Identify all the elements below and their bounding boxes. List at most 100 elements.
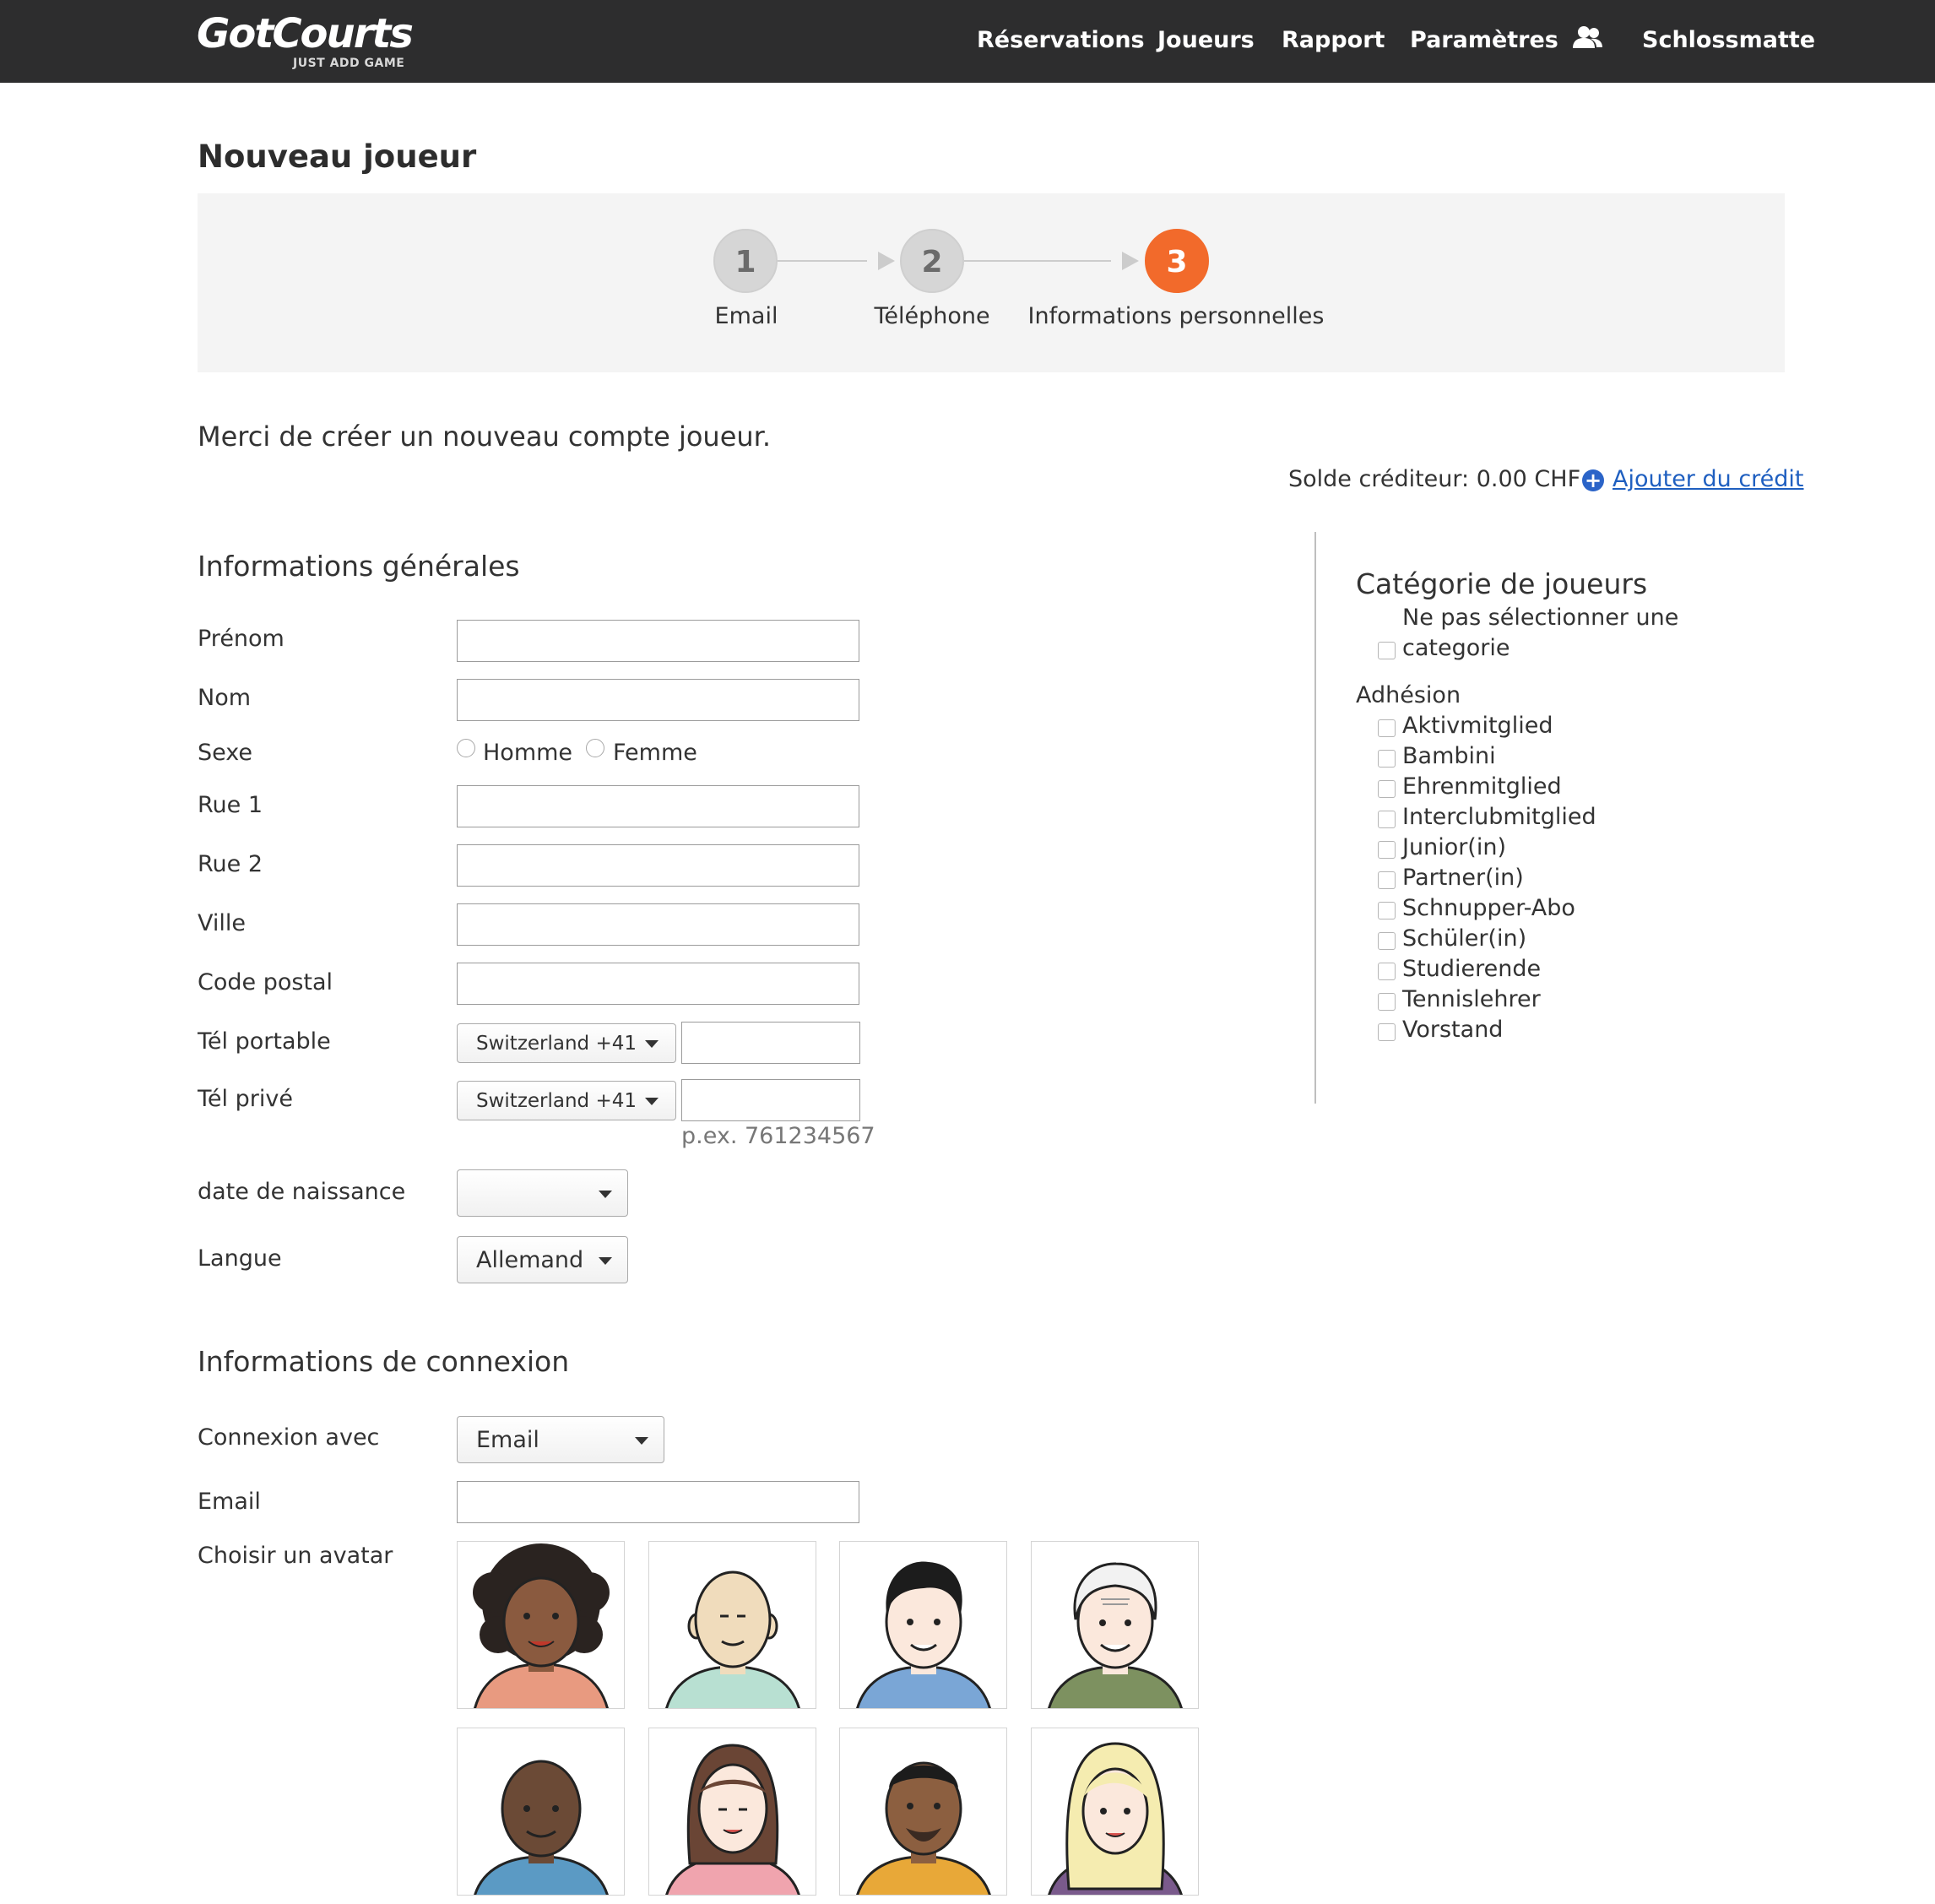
gender-male-radio[interactable] xyxy=(457,739,475,757)
avatar-option-3[interactable] xyxy=(839,1541,1007,1709)
logo-text: GotCourts xyxy=(197,10,414,57)
language-label: Langue xyxy=(198,1245,282,1272)
membership-label: Interclubmitglied xyxy=(1402,804,1596,830)
membership-label: Partner(in) xyxy=(1402,865,1524,891)
plus-circle-icon[interactable]: + xyxy=(1582,469,1604,491)
gender-female-radio[interactable] xyxy=(586,739,604,757)
city-label: Ville xyxy=(198,910,246,936)
membership-checkbox[interactable] xyxy=(1378,993,1396,1011)
gender-label: Sexe xyxy=(198,740,253,766)
avatar-option-4[interactable] xyxy=(1031,1541,1199,1709)
nav-players[interactable]: Joueurs xyxy=(1157,24,1255,57)
step-1-circle: 1 xyxy=(713,229,778,293)
zip-input[interactable] xyxy=(457,963,859,1005)
step-1-label: Email xyxy=(714,303,778,329)
users-icon[interactable] xyxy=(1572,25,1604,54)
mobile-country-value: Switzerland +41 xyxy=(476,1033,637,1055)
nav-report[interactable]: Rapport xyxy=(1282,24,1385,57)
membership-label: Vorstand xyxy=(1402,1017,1504,1043)
membership-checkbox[interactable] xyxy=(1378,932,1396,950)
chevron-down-icon xyxy=(599,1257,612,1265)
page-title: Nouveau joueur xyxy=(198,138,477,175)
avatar-option-2[interactable] xyxy=(648,1541,816,1709)
general-info-heading: Informations générales xyxy=(198,550,520,583)
first-name-input[interactable] xyxy=(457,620,859,662)
step-3-label: Informations personnelles xyxy=(1027,303,1325,329)
no-category-label-line2: categorie xyxy=(1402,635,1510,661)
home-number-input[interactable] xyxy=(681,1079,860,1121)
membership-checkbox[interactable] xyxy=(1378,871,1396,889)
zip-label: Code postal xyxy=(198,969,333,995)
last-name-label: Nom xyxy=(198,685,252,711)
nav-settings[interactable]: Paramètres xyxy=(1410,24,1558,57)
membership-label: Aktivmitglied xyxy=(1402,713,1553,739)
step-connector xyxy=(964,260,1111,262)
no-category-checkbox[interactable] xyxy=(1378,642,1396,659)
top-navigation-bar: GotCourts JUST ADD GAME Réservations Jou… xyxy=(0,0,1935,83)
city-input[interactable] xyxy=(457,903,859,946)
membership-label: Bambini xyxy=(1402,743,1496,769)
gender-female-label: Femme xyxy=(613,740,697,766)
membership-checkbox[interactable] xyxy=(1378,963,1396,980)
signup-stepper: 1 2 3 Email Téléphone Informations perso… xyxy=(198,193,1785,372)
login-with-value: Email xyxy=(476,1427,539,1453)
mobile-phone-label: Tél portable xyxy=(198,1028,331,1055)
home-country-select[interactable]: Switzerland +41 xyxy=(457,1081,676,1120)
membership-label: Ehrenmitglied xyxy=(1402,773,1562,800)
nav-reservations[interactable]: Réservations xyxy=(977,24,1145,57)
gotcourts-logo[interactable]: GotCourts JUST ADD GAME xyxy=(197,10,414,70)
email-label: Email xyxy=(198,1489,261,1515)
avatar-option-6[interactable] xyxy=(648,1728,816,1896)
first-name-label: Prénom xyxy=(198,626,285,652)
add-credit-link[interactable]: Ajouter du crédit xyxy=(1612,466,1804,492)
membership-checkbox[interactable] xyxy=(1378,750,1396,768)
avatar-option-5[interactable] xyxy=(457,1728,625,1896)
step-3-circle: 3 xyxy=(1145,229,1209,293)
membership-label: Studierende xyxy=(1402,956,1542,982)
chevron-down-icon xyxy=(645,1098,659,1105)
credit-balance: Solde créditeur: 0.00 CHF xyxy=(1288,466,1581,492)
chevron-down-icon xyxy=(635,1437,648,1445)
phone-format-hint: p.ex. 761234567 xyxy=(681,1123,875,1149)
membership-checkbox[interactable] xyxy=(1378,811,1396,828)
step-arrow-icon xyxy=(878,252,895,270)
membership-checkbox[interactable] xyxy=(1378,1023,1396,1041)
gender-male-label: Homme xyxy=(483,740,573,766)
membership-label: Schüler(in) xyxy=(1402,925,1527,952)
membership-checkbox[interactable] xyxy=(1378,780,1396,798)
login-with-select[interactable]: Email xyxy=(457,1416,664,1463)
membership-label: Tennislehrer xyxy=(1402,986,1541,1012)
step-2-circle: 2 xyxy=(900,229,964,293)
avatar-option-8[interactable] xyxy=(1031,1728,1199,1896)
step-2-label: Téléphone xyxy=(874,303,990,329)
street1-input[interactable] xyxy=(457,785,859,827)
street1-label: Rue 1 xyxy=(198,792,263,818)
avatar-label: Choisir un avatar xyxy=(198,1543,393,1569)
step-connector xyxy=(778,260,867,262)
membership-checkbox[interactable] xyxy=(1378,841,1396,859)
birthdate-select[interactable] xyxy=(457,1169,628,1217)
street2-input[interactable] xyxy=(457,844,859,887)
chevron-down-icon xyxy=(645,1040,659,1048)
player-category-heading: Catégorie de joueurs xyxy=(1356,567,1648,600)
language-select[interactable]: Allemand xyxy=(457,1236,628,1283)
membership-checkbox[interactable] xyxy=(1378,719,1396,737)
membership-checkbox[interactable] xyxy=(1378,902,1396,919)
mobile-country-select[interactable]: Switzerland +41 xyxy=(457,1023,676,1063)
logo-tagline: JUST ADD GAME xyxy=(293,57,405,70)
email-input[interactable] xyxy=(457,1481,859,1523)
language-value: Allemand xyxy=(476,1247,584,1273)
nav-club-menu[interactable]: Schlossmatte xyxy=(1642,24,1815,57)
last-name-input[interactable] xyxy=(457,679,859,721)
membership-label: Junior(in) xyxy=(1402,834,1506,860)
avatar-option-7[interactable] xyxy=(839,1728,1007,1896)
intro-text: Merci de créer un nouveau compte joueur. xyxy=(198,420,772,453)
home-phone-label: Tél privé xyxy=(198,1086,293,1112)
login-info-heading: Informations de connexion xyxy=(198,1345,570,1378)
mobile-number-input[interactable] xyxy=(681,1022,860,1064)
column-divider xyxy=(1314,532,1316,1104)
no-category-label-line1: Ne pas sélectionner une xyxy=(1402,605,1679,631)
avatar-option-1[interactable] xyxy=(457,1541,625,1709)
step-arrow-icon xyxy=(1122,252,1139,270)
membership-heading: Adhésion xyxy=(1356,682,1461,708)
